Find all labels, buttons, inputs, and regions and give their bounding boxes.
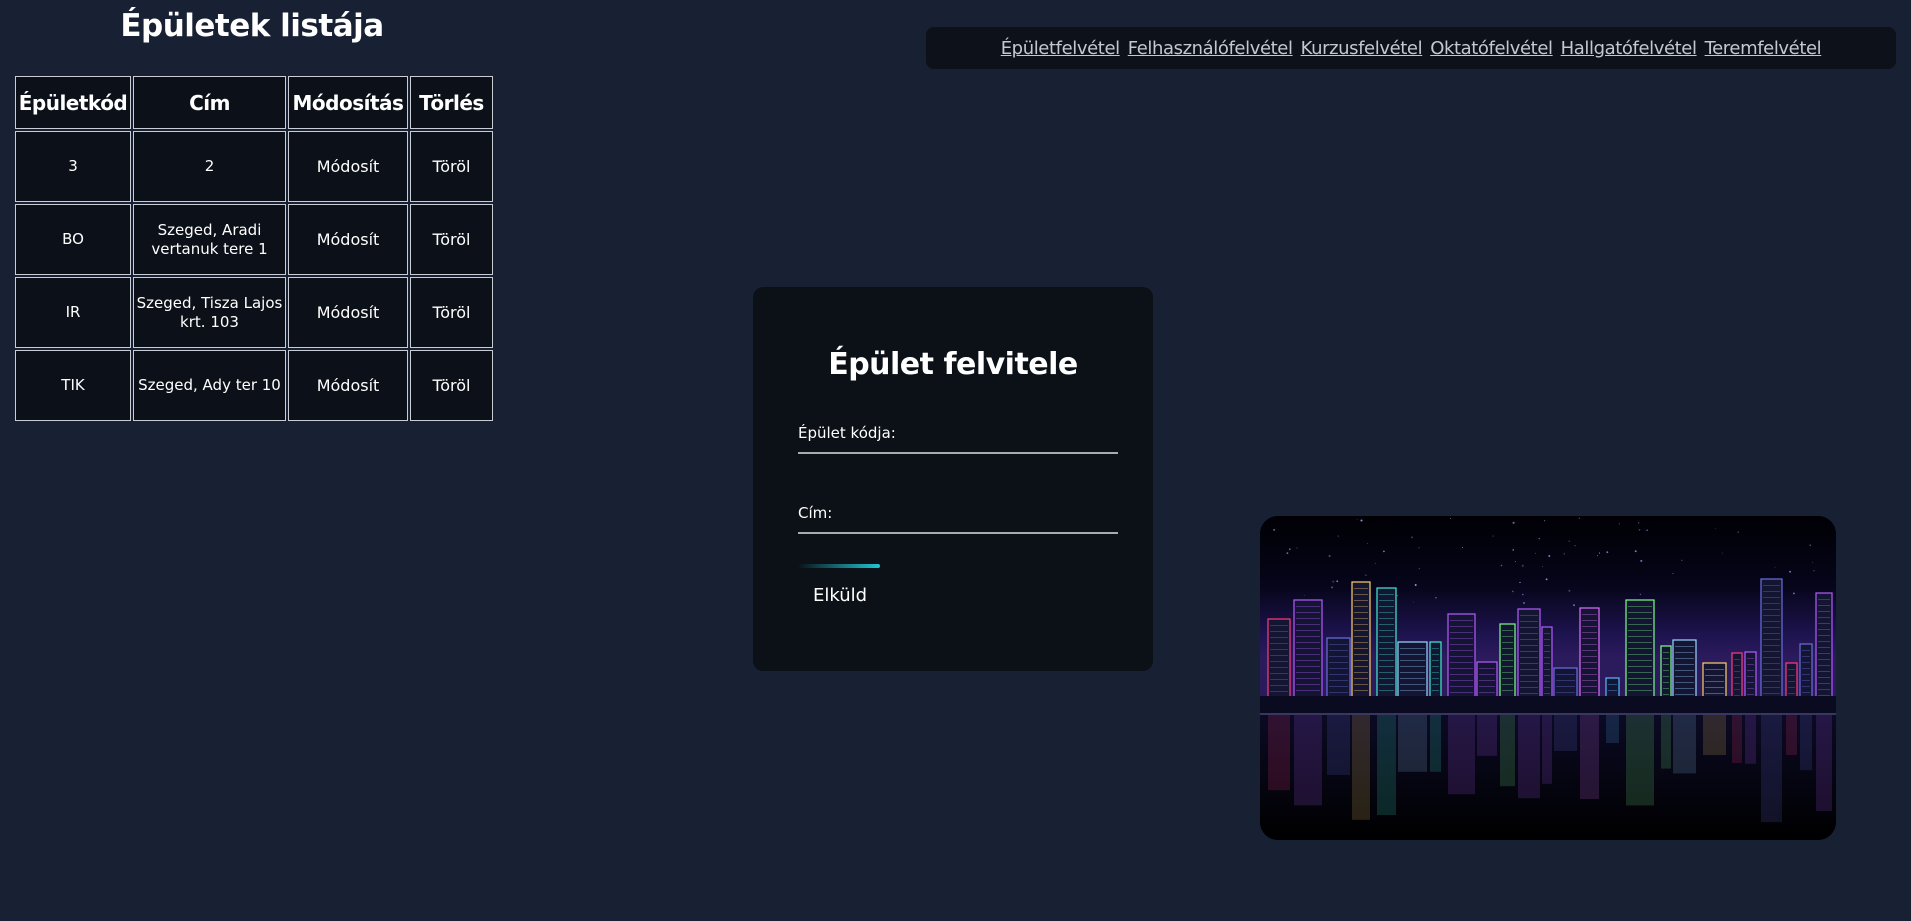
- form-title: Épület felvitele: [828, 347, 1078, 382]
- submit-button[interactable]: Elküld: [798, 564, 898, 614]
- page: Épületek listája Épületkód Cím Módosítás…: [0, 0, 1911, 921]
- cell-address: 2: [133, 131, 286, 202]
- delete-button[interactable]: Töröl: [410, 350, 493, 421]
- city-skyline-illustration: [1260, 516, 1836, 840]
- edit-button[interactable]: Módosít: [288, 131, 408, 202]
- building-code-underline: [798, 452, 1118, 454]
- building-code-input[interactable]: [893, 424, 1118, 450]
- cell-building-code: BO: [15, 204, 131, 275]
- cell-address: Szeged, Tisza Lajos krt. 103: [133, 277, 286, 348]
- header-building-code: Épületkód: [15, 76, 131, 129]
- address-underline: [798, 532, 1118, 534]
- nav-link-building[interactable]: Épületfelvétel: [1001, 38, 1120, 59]
- address-input[interactable]: [893, 504, 1118, 530]
- building-code-label: Épület kódja:: [798, 424, 896, 442]
- nav-link-teacher[interactable]: Oktatófelvétel: [1430, 38, 1553, 59]
- table-row: BO Szeged, Aradi vertanuk tere 1 Módosít…: [15, 204, 493, 275]
- city-skyline-image: [1260, 516, 1836, 840]
- submit-accent-line: [798, 564, 880, 568]
- nav-link-course[interactable]: Kurzusfelvétel: [1301, 38, 1423, 59]
- table-row: IR Szeged, Tisza Lajos krt. 103 Módosít …: [15, 277, 493, 348]
- submit-label: Elküld: [813, 585, 868, 606]
- building-list-title: Épületek listája: [120, 8, 384, 44]
- top-nav: Épületfelvétel Felhasználófelvétel Kurzu…: [926, 27, 1896, 69]
- cell-building-code: TIK: [15, 350, 131, 421]
- address-label: Cím:: [798, 504, 833, 522]
- table-header-row: Épületkód Cím Módosítás Törlés: [15, 76, 493, 129]
- buildings-table: Épületkód Cím Módosítás Törlés 3 2 Módos…: [13, 74, 495, 423]
- cell-address: Szeged, Aradi vertanuk tere 1: [133, 204, 286, 275]
- delete-button[interactable]: Töröl: [410, 131, 493, 202]
- header-address: Cím: [133, 76, 286, 129]
- edit-button[interactable]: Módosít: [288, 350, 408, 421]
- building-code-field: Épület kódja:: [798, 424, 1118, 454]
- cell-address: Szeged, Ady ter 10: [133, 350, 286, 421]
- nav-link-user[interactable]: Felhasználófelvétel: [1128, 38, 1293, 59]
- header-delete: Törlés: [410, 76, 493, 129]
- cell-building-code: IR: [15, 277, 131, 348]
- delete-button[interactable]: Töröl: [410, 204, 493, 275]
- building-form: Épület felvitele Épület kódja: Cím: Elkü…: [753, 287, 1153, 671]
- edit-button[interactable]: Módosít: [288, 277, 408, 348]
- nav-link-room[interactable]: Teremfelvétel: [1705, 38, 1822, 59]
- table-row: TIK Szeged, Ady ter 10 Módosít Töröl: [15, 350, 493, 421]
- nav-link-student[interactable]: Hallgatófelvétel: [1561, 38, 1697, 59]
- edit-button[interactable]: Módosít: [288, 204, 408, 275]
- address-field: Cím:: [798, 504, 1118, 534]
- cell-building-code: 3: [15, 131, 131, 202]
- header-edit: Módosítás: [288, 76, 408, 129]
- table-row: 3 2 Módosít Töröl: [15, 131, 493, 202]
- delete-button[interactable]: Töröl: [410, 277, 493, 348]
